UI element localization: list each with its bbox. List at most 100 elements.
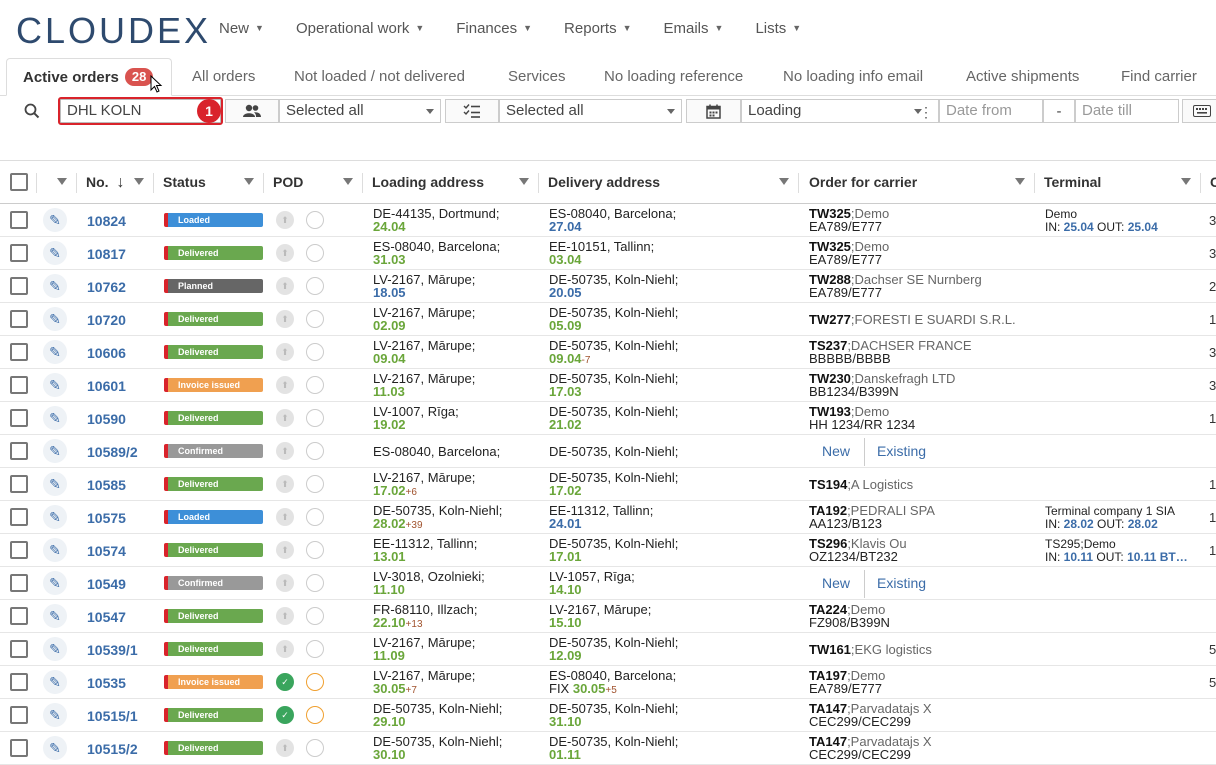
- menu-item-emails[interactable]: Emails ▼: [664, 20, 724, 37]
- pod-upload-icon[interactable]: ⬆: [276, 607, 294, 625]
- pod-status-circle-icon[interactable]: [306, 673, 324, 691]
- row-checkbox[interactable]: [10, 508, 28, 526]
- edit-icon[interactable]: ✎: [43, 439, 67, 463]
- order-number-link[interactable]: 10606: [87, 345, 126, 361]
- menu-item-operational-work[interactable]: Operational work ▼: [296, 20, 424, 37]
- row-checkbox[interactable]: [10, 574, 28, 592]
- new-carrier-link[interactable]: New: [822, 443, 850, 459]
- row-checkbox[interactable]: [10, 244, 28, 262]
- order-number-link[interactable]: 10817: [87, 246, 126, 262]
- edit-icon[interactable]: ✎: [43, 373, 67, 397]
- table-row[interactable]: ✎ 10535 Invoice issued ✓ LV-2167, Mārupe; 30.…: [0, 666, 1216, 699]
- sort-desc-icon[interactable]: ↓: [116, 174, 124, 191]
- table-row[interactable]: ✎ 10585 Delivered ⬆ LV-2167, Mārupe; 17.02+6 D…: [0, 468, 1216, 501]
- pod-status-circle-icon[interactable]: [306, 706, 324, 724]
- row-checkbox[interactable]: [10, 541, 28, 559]
- pod-upload-icon[interactable]: ⬆: [276, 739, 294, 757]
- date-from-input[interactable]: Date from: [939, 99, 1043, 123]
- edit-icon[interactable]: ✎: [43, 505, 67, 529]
- pod-status-circle-icon[interactable]: [306, 574, 324, 592]
- filter-icon[interactable]: [1181, 178, 1191, 185]
- pod-upload-icon[interactable]: ⬆: [276, 211, 294, 229]
- edit-icon[interactable]: ✎: [43, 571, 67, 595]
- filter-icon[interactable]: [779, 178, 789, 185]
- tab-active-orders[interactable]: Active orders 28: [6, 58, 172, 96]
- edit-icon[interactable]: ✎: [43, 604, 67, 628]
- header-no[interactable]: No. ↓: [86, 161, 124, 204]
- edit-icon[interactable]: ✎: [43, 406, 67, 430]
- header-order-for-carrier[interactable]: Order for carrier: [809, 161, 917, 204]
- pod-status-circle-icon[interactable]: [306, 343, 324, 361]
- more-vertical-icon[interactable]: ⋮: [919, 101, 933, 122]
- keyboard-icon[interactable]: [1182, 99, 1216, 123]
- calendar-icon[interactable]: [686, 99, 741, 123]
- edit-icon[interactable]: ✎: [43, 736, 67, 760]
- table-row[interactable]: ✎ 10817 Delivered ⬆ ES-08040, Barcelona; 31.0…: [0, 237, 1216, 270]
- order-number-link[interactable]: 10549: [87, 576, 126, 592]
- pod-status-circle-icon[interactable]: [306, 640, 324, 658]
- pod-status-circle-icon[interactable]: [306, 244, 324, 262]
- pod-status-circle-icon[interactable]: [306, 211, 324, 229]
- table-row[interactable]: ✎ 10606 Delivered ⬆ LV-2167, Mārupe; 09.04 DE-…: [0, 336, 1216, 369]
- row-checkbox[interactable]: [10, 607, 28, 625]
- edit-icon[interactable]: ✎: [43, 703, 67, 727]
- order-number-link[interactable]: 10824: [87, 213, 126, 229]
- filter-icon[interactable]: [343, 178, 353, 185]
- pod-status-circle-icon[interactable]: [306, 442, 324, 460]
- tab-active-shipments[interactable]: Active shipments: [966, 58, 1079, 96]
- existing-carrier-link[interactable]: Existing: [877, 443, 926, 459]
- tab-not-loaded-not-delivered[interactable]: Not loaded / not delivered: [294, 58, 465, 96]
- app-logo[interactable]: CLOUDEX: [16, 10, 211, 52]
- users-select[interactable]: Selected all: [279, 99, 441, 123]
- edit-icon[interactable]: ✎: [43, 307, 67, 331]
- pod-upload-icon[interactable]: ⬆: [276, 409, 294, 427]
- order-number-link[interactable]: 10547: [87, 609, 126, 625]
- pod-status-circle-icon[interactable]: [306, 475, 324, 493]
- order-number-link[interactable]: 10720: [87, 312, 126, 328]
- filter-icon[interactable]: [1015, 178, 1025, 185]
- order-number-link[interactable]: 10762: [87, 279, 126, 295]
- row-checkbox[interactable]: [10, 376, 28, 394]
- edit-icon[interactable]: ✎: [43, 472, 67, 496]
- pod-upload-icon[interactable]: ⬆: [276, 442, 294, 460]
- menu-item-reports[interactable]: Reports ▼: [564, 20, 631, 37]
- header-loading-address[interactable]: Loading address: [372, 161, 484, 204]
- edit-icon[interactable]: ✎: [43, 208, 67, 232]
- row-checkbox[interactable]: [10, 442, 28, 460]
- header-last-col[interactable]: C: [1210, 161, 1216, 204]
- order-number-link[interactable]: 10535: [87, 675, 126, 691]
- table-row[interactable]: ✎ 10762 Planned ⬆ LV-2167, Mārupe; 18.05 DE-50…: [0, 270, 1216, 303]
- tab-no-loading-reference[interactable]: No loading reference: [604, 58, 743, 96]
- table-row[interactable]: ✎ 10515/2 Delivered ⬆ DE-50735, Koln-Niehl; 3…: [0, 732, 1216, 765]
- pod-status-circle-icon[interactable]: [306, 376, 324, 394]
- existing-carrier-link[interactable]: Existing: [877, 575, 926, 591]
- pod-upload-icon[interactable]: ⬆: [276, 343, 294, 361]
- filter-icon[interactable]: [57, 178, 67, 185]
- header-delivery-address[interactable]: Delivery address: [548, 161, 660, 204]
- row-checkbox[interactable]: [10, 739, 28, 757]
- table-row[interactable]: ✎ 10547 Delivered ⬆ FR-68110, Illzach; 22.10+…: [0, 600, 1216, 633]
- pod-upload-icon[interactable]: ⬆: [276, 640, 294, 658]
- pod-upload-icon[interactable]: ⬆: [276, 508, 294, 526]
- checklist-icon[interactable]: [445, 99, 499, 123]
- row-checkbox[interactable]: [10, 310, 28, 328]
- header-pod[interactable]: POD: [273, 161, 303, 204]
- row-checkbox[interactable]: [10, 475, 28, 493]
- tab-services[interactable]: Services: [508, 58, 566, 96]
- search-icon[interactable]: [4, 99, 60, 123]
- tab-find-carrier[interactable]: Find carrier: [1121, 58, 1197, 96]
- pod-upload-icon[interactable]: ⬆: [276, 376, 294, 394]
- pod-status-circle-icon[interactable]: [306, 541, 324, 559]
- menu-item-new[interactable]: New ▼: [219, 20, 264, 37]
- pod-upload-icon[interactable]: ⬆: [276, 277, 294, 295]
- menu-item-finances[interactable]: Finances ▼: [456, 20, 532, 37]
- order-number-link[interactable]: 10589/2: [87, 444, 138, 460]
- row-checkbox[interactable]: [10, 409, 28, 427]
- order-number-link[interactable]: 10539/1: [87, 642, 138, 658]
- date-type-select[interactable]: Loading ⋮: [741, 99, 939, 123]
- pod-upload-icon[interactable]: ⬆: [276, 310, 294, 328]
- edit-icon[interactable]: ✎: [43, 340, 67, 364]
- row-checkbox[interactable]: [10, 211, 28, 229]
- tab-all-orders[interactable]: All orders: [192, 58, 255, 96]
- header-status[interactable]: Status: [163, 161, 206, 204]
